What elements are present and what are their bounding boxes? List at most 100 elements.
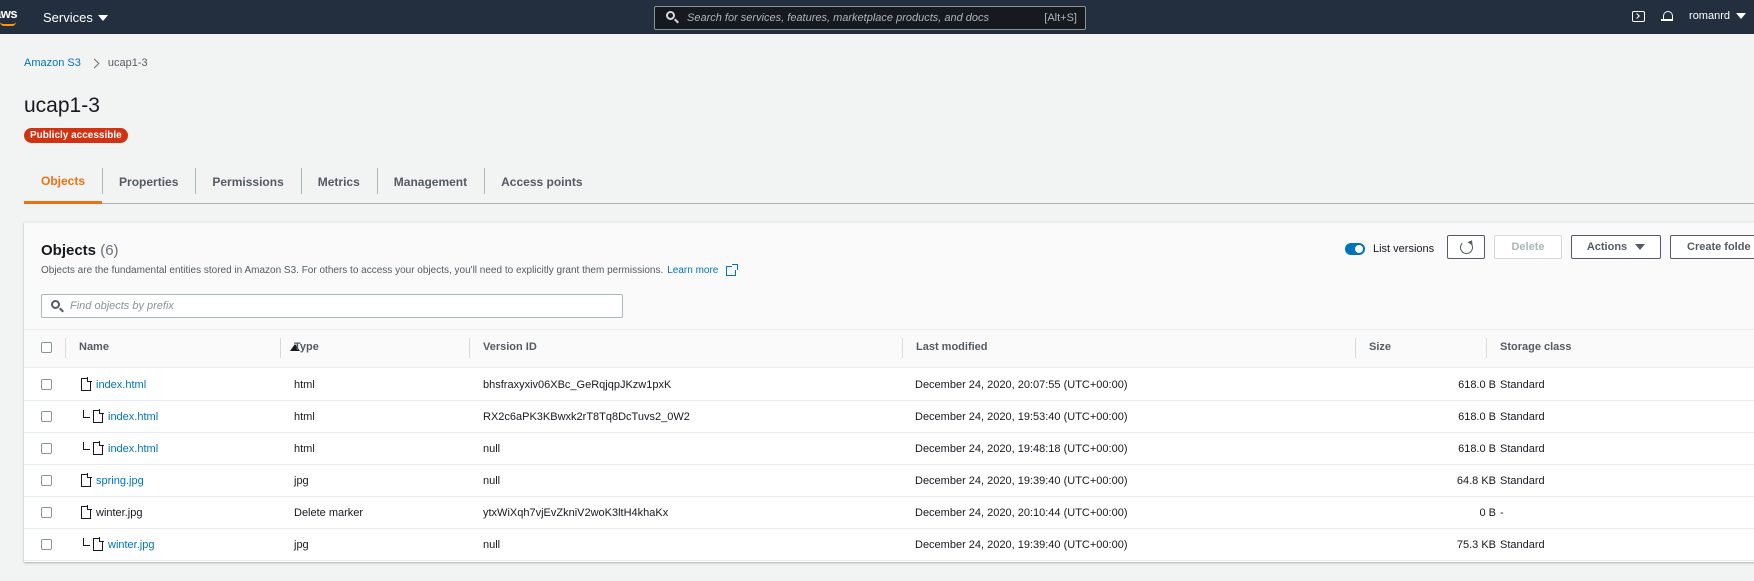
object-name[interactable]: index.html	[108, 443, 158, 455]
services-menu-button[interactable]: Services	[43, 10, 108, 25]
search-shortcut: [Alt+S]	[1044, 12, 1077, 24]
refresh-button[interactable]	[1447, 235, 1485, 259]
learn-more-link[interactable]: Learn more	[667, 265, 718, 276]
object-last-modified: December 24, 2020, 19:53:40 (UTC+00:00)	[915, 411, 1128, 423]
object-type: html	[294, 443, 315, 455]
tab-properties[interactable]: Properties	[102, 160, 195, 204]
col-version-id[interactable]: Version ID	[469, 338, 537, 358]
bucket-tabs: Objects Properties Permissions Metrics M…	[24, 160, 1754, 204]
list-versions-toggle[interactable]: List versions	[1345, 243, 1434, 255]
object-version-id: null	[483, 539, 501, 551]
caret-down-icon	[1736, 13, 1746, 19]
external-link-icon	[726, 263, 739, 276]
breadcrumb-amazon-s3[interactable]: Amazon S3	[24, 57, 81, 69]
col-last-modified[interactable]: Last modified	[902, 338, 988, 358]
object-version-id: RX2c6aPK3KBwxk2rT8Tq8DcTuvs2_0W2	[483, 411, 690, 423]
file-icon	[93, 441, 104, 455]
objects-panel: Objects (6) Objects are the fundamental …	[24, 222, 1754, 562]
row-checkbox[interactable]	[41, 475, 52, 486]
file-icon	[81, 473, 92, 487]
object-type: Delete marker	[294, 507, 364, 519]
refresh-icon	[1459, 240, 1473, 254]
version-branch-icon	[83, 442, 90, 450]
version-branch-icon	[83, 410, 90, 418]
col-size[interactable]: Size	[1355, 338, 1391, 358]
delete-button[interactable]: Delete	[1494, 235, 1562, 259]
row-checkbox[interactable]	[41, 379, 52, 390]
file-icon	[93, 409, 104, 423]
object-name[interactable]: spring.jpg	[96, 475, 144, 487]
user-name: romanrd	[1689, 10, 1730, 22]
object-name: winter.jpg	[96, 507, 143, 519]
global-search-input[interactable]: Search for services, features, marketpla…	[654, 6, 1086, 30]
object-size: 618.0 B	[1458, 443, 1496, 455]
bell-icon[interactable]	[1661, 10, 1674, 22]
object-type: jpg	[294, 539, 309, 551]
col-name[interactable]: Name	[65, 338, 109, 358]
file-icon	[81, 505, 92, 519]
col-type[interactable]: Type	[280, 338, 319, 358]
delete-label: Delete	[1511, 241, 1545, 253]
object-type: html	[294, 411, 315, 423]
object-last-modified: December 24, 2020, 19:39:40 (UTC+00:00)	[915, 539, 1128, 551]
table-row[interactable]: winter.jpg jpg null December 24, 2020, 19:3…	[24, 529, 1754, 561]
table-row[interactable]: winter.jpg Delete marker ytxWiXqh7vjEvZkni…	[24, 497, 1754, 529]
row-checkbox[interactable]	[41, 411, 52, 422]
file-icon	[93, 537, 104, 551]
select-all-checkbox[interactable]	[41, 342, 52, 353]
table-row[interactable]: index.html html bhsfraxyxiv06XBc_GeRqjqpJK…	[24, 369, 1754, 401]
object-type: jpg	[294, 475, 309, 487]
tab-management[interactable]: Management	[376, 160, 484, 204]
object-name[interactable]: index.html	[96, 379, 146, 391]
object-version-id: null	[483, 443, 501, 455]
actions-label: Actions	[1586, 241, 1628, 253]
breadcrumb-current: ucap1-3	[107, 57, 148, 69]
search-icon	[665, 10, 681, 26]
object-storage-class: Standard	[1500, 443, 1545, 455]
object-storage-class: Standard	[1500, 475, 1545, 487]
table-row[interactable]: index.html html null December 24, 2020, 19:…	[24, 433, 1754, 465]
create-folder-label: Create folde	[1687, 241, 1751, 253]
tab-metrics[interactable]: Metrics	[300, 160, 377, 204]
row-checkbox[interactable]	[41, 539, 52, 550]
tab-access-points[interactable]: Access points	[484, 160, 599, 204]
toggle-switch[interactable]	[1345, 243, 1365, 255]
public-access-badge: Publicly accessible	[24, 128, 128, 143]
objects-count: (6)	[100, 242, 119, 259]
object-name[interactable]: index.html	[108, 411, 158, 423]
row-checkbox[interactable]	[41, 507, 52, 518]
object-storage-class: -	[1500, 507, 1504, 519]
cloudshell-icon[interactable]	[1632, 10, 1646, 22]
object-size: 618.0 B	[1458, 379, 1496, 391]
row-checkbox[interactable]	[41, 443, 52, 454]
breadcrumb: Amazon S3 ucap1-3	[24, 57, 148, 69]
caret-down-icon	[97, 14, 108, 21]
actions-button[interactable]: Actions	[1571, 235, 1661, 259]
tab-permissions[interactable]: Permissions	[195, 160, 300, 204]
object-type: html	[294, 379, 315, 391]
object-version-id: ytxWiXqh7vjEvZkniV2woK3ltH4khaKx	[483, 507, 669, 519]
object-last-modified: December 24, 2020, 20:10:44 (UTC+00:00)	[915, 507, 1128, 519]
global-search-placeholder: Search for services, features, marketpla…	[687, 12, 990, 24]
object-version-id: bhsfraxyxiv06XBc_GeRqjqpJKzw1pxK	[483, 379, 672, 391]
objects-title: Objects (6)	[41, 242, 119, 259]
table-header: Name Type Version ID Last modified Size …	[24, 330, 1754, 368]
services-label: Services	[43, 10, 93, 25]
find-objects-input[interactable]: Find objects by prefix	[41, 294, 623, 318]
list-versions-label: List versions	[1373, 243, 1435, 255]
object-name[interactable]: winter.jpg	[108, 539, 154, 551]
user-menu[interactable]: romanrd	[1689, 10, 1746, 22]
aws-logo[interactable]: aws	[0, 6, 18, 21]
object-last-modified: December 24, 2020, 19:48:18 (UTC+00:00)	[915, 443, 1128, 455]
tab-objects[interactable]: Objects	[24, 160, 103, 204]
table-row[interactable]: spring.jpg jpg null December 24, 2020, 19:3…	[24, 465, 1754, 497]
object-storage-class: Standard	[1500, 539, 1545, 551]
search-icon	[50, 299, 64, 313]
object-last-modified: December 24, 2020, 19:39:40 (UTC+00:00)	[915, 475, 1128, 487]
table-row[interactable]: index.html html RX2c6aPK3KBwxk2rT8Tq8DcTuv…	[24, 401, 1754, 433]
col-storage-class[interactable]: Storage class	[1486, 338, 1572, 358]
create-folder-button[interactable]: Create folde	[1670, 235, 1754, 259]
object-size: 0 B	[1479, 507, 1496, 519]
chevron-right-icon	[89, 58, 100, 68]
version-branch-icon	[83, 538, 90, 546]
